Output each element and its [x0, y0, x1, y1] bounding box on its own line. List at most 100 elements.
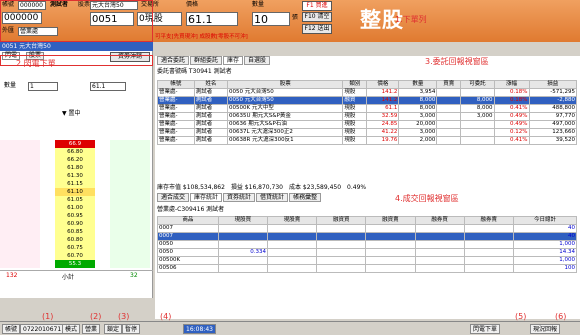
- price-input[interactable]: 61.1: [186, 12, 238, 26]
- ladder-row[interactable]: 66.9: [0, 140, 153, 148]
- sell-cell[interactable]: [110, 260, 150, 268]
- tab-fill-0[interactable]: 適合成交: [157, 193, 190, 202]
- table-row[interactable]: 營業處- 測試者 00636 期元大S&P石油 現股 24.85 20,000 0.49% 4…: [157, 120, 578, 129]
- column-header[interactable]: 商品: [157, 216, 219, 225]
- send-button[interactable]: F12 送出: [302, 24, 332, 34]
- sell-cell[interactable]: [110, 188, 150, 196]
- tab-order-1[interactable]: 群組委託: [190, 56, 223, 65]
- table-row[interactable]: 營業處- 測試者 00638R 元大滬深300反1 現股 19.76 2,000 0.41%…: [157, 136, 578, 145]
- ladder-row[interactable]: 60.85: [0, 228, 153, 236]
- buy-cell[interactable]: [0, 172, 40, 180]
- ladder-row[interactable]: 61.15: [0, 180, 153, 188]
- column-header[interactable]: 股票: [227, 80, 344, 89]
- ladder-row[interactable]: 60.90: [0, 220, 153, 228]
- buy-cell[interactable]: [0, 220, 40, 228]
- status-mode[interactable]: 營業: [82, 324, 101, 334]
- column-header[interactable]: 損益: [528, 80, 578, 89]
- tab-fill-2[interactable]: 資券統計: [223, 193, 256, 202]
- sell-cell[interactable]: [110, 212, 150, 220]
- buy-cell[interactable]: [0, 204, 40, 212]
- status-lock[interactable]: 暫停: [122, 324, 141, 334]
- ladder-row[interactable]: 60.95: [0, 212, 153, 220]
- buy-cell[interactable]: [0, 156, 40, 164]
- table-row[interactable]: 0050 1,000: [157, 240, 578, 249]
- buy-cell[interactable]: [0, 244, 40, 252]
- column-header[interactable]: 可委託: [460, 80, 495, 89]
- buy-cell[interactable]: [0, 228, 40, 236]
- column-header[interactable]: 數量: [398, 80, 438, 89]
- quick-order-button[interactable]: 閃電下單: [470, 324, 501, 334]
- sell-cell[interactable]: [110, 220, 150, 228]
- buy-cell[interactable]: [0, 260, 40, 268]
- ladder-row[interactable]: 60.75: [0, 244, 153, 252]
- buy-cell[interactable]: [0, 236, 40, 244]
- sell-cell[interactable]: [110, 204, 150, 212]
- table-row[interactable]: 00500K 1,000: [157, 256, 578, 265]
- tab-order-0[interactable]: 適合委託: [157, 56, 190, 65]
- sell-cell[interactable]: [110, 164, 150, 172]
- lots-input[interactable]: 1: [28, 82, 58, 91]
- center-toggle[interactable]: ▼ 置中: [62, 110, 81, 118]
- buy-cell[interactable]: [0, 252, 40, 260]
- buy-cell[interactable]: [0, 148, 40, 156]
- buy-cell[interactable]: [0, 212, 40, 220]
- sell-cell[interactable]: [110, 196, 150, 204]
- buy-cell[interactable]: [0, 180, 40, 188]
- tab-order-3[interactable]: 自選股: [244, 56, 271, 65]
- table-row[interactable]: 營業處- 測試者 00635U 期元大S&P黃金 現股 32.59 3,000 3,000 0…: [157, 112, 578, 121]
- column-header[interactable]: 今日總計: [512, 216, 578, 225]
- tab-order-2[interactable]: 庫存: [223, 56, 244, 65]
- buy-cell[interactable]: [0, 164, 40, 172]
- column-header[interactable]: 姓名: [193, 80, 229, 89]
- qty-input[interactable]: 10: [252, 12, 290, 26]
- buy-button[interactable]: F1 買進: [302, 1, 332, 11]
- column-header[interactable]: 類別: [342, 80, 368, 89]
- table-row[interactable]: 營業處- 測試者 00500K 元大中型 現股 61.1 8,000 8,000 0.41% 4…: [157, 104, 578, 113]
- buy-cell[interactable]: [0, 188, 40, 196]
- buy-cell[interactable]: [0, 140, 40, 148]
- table-row[interactable]: 營業處- 測試者 0050 元大台灣50 融資 141.2 8,000 8,000 0.18%…: [157, 96, 578, 105]
- column-header[interactable]: 帳號: [157, 80, 195, 89]
- sell-cell[interactable]: [110, 244, 150, 252]
- ladder-row[interactable]: 61.10: [0, 188, 153, 196]
- column-header[interactable]: 漲幅: [493, 80, 530, 89]
- sell-cell[interactable]: [110, 172, 150, 180]
- table-row[interactable]: 0007 40: [157, 232, 578, 241]
- sell-cell[interactable]: [110, 156, 150, 164]
- column-header[interactable]: 價格: [366, 80, 400, 89]
- ladder-row[interactable]: 66.80: [0, 148, 153, 156]
- column-header[interactable]: 買賣: [436, 80, 462, 89]
- column-header[interactable]: 融資買: [316, 216, 367, 225]
- center-price-field[interactable]: 61.1: [90, 82, 126, 91]
- ladder-row[interactable]: 61.80: [0, 164, 153, 172]
- tab-fill-4[interactable]: 帳務彙整: [289, 193, 322, 202]
- table-row[interactable]: 營業處- 測試者 00637L 元大滬深300正2 現股 41.22 3,000 0.12%…: [157, 128, 578, 137]
- report-button[interactable]: 現況回報: [530, 324, 561, 334]
- ladder-row[interactable]: 61.05: [0, 196, 153, 204]
- table-row[interactable]: 0007 40: [157, 224, 578, 233]
- tab-fill-1[interactable]: 庫存統計: [190, 193, 223, 202]
- ladder-row[interactable]: 60.70: [0, 252, 153, 260]
- buy-cell[interactable]: [0, 196, 40, 204]
- ladder-row[interactable]: 55.3: [0, 260, 153, 268]
- tab-fill-3[interactable]: 借貸統計: [256, 193, 289, 202]
- table-row[interactable]: 00506 100: [157, 264, 578, 273]
- sell-cell[interactable]: [110, 228, 150, 236]
- table-row[interactable]: 營業處- 測試者 0050 元大台灣50 現股 141.2 3,954 0.18% -571,…: [157, 88, 578, 97]
- ladder-row[interactable]: 66.20: [0, 156, 153, 164]
- sell-cell[interactable]: [110, 148, 150, 156]
- column-header[interactable]: 融券買: [414, 216, 465, 225]
- column-header[interactable]: 現股賣: [266, 216, 318, 225]
- table-row[interactable]: 0050 0.334 14.34: [157, 248, 578, 257]
- column-header[interactable]: 現股買: [217, 216, 268, 225]
- sell-cell[interactable]: [110, 140, 150, 148]
- column-header[interactable]: 融券賣: [463, 216, 514, 225]
- ladder-row[interactable]: 61.30: [0, 172, 153, 180]
- sell-cell[interactable]: [110, 252, 150, 260]
- column-header[interactable]: 融資賣: [365, 216, 416, 225]
- ladder-row[interactable]: 61.00: [0, 204, 153, 212]
- sell-cell[interactable]: [110, 236, 150, 244]
- clear-button[interactable]: F10 清空: [302, 12, 332, 22]
- ladder-row[interactable]: 60.80: [0, 236, 153, 244]
- sell-cell[interactable]: [110, 180, 150, 188]
